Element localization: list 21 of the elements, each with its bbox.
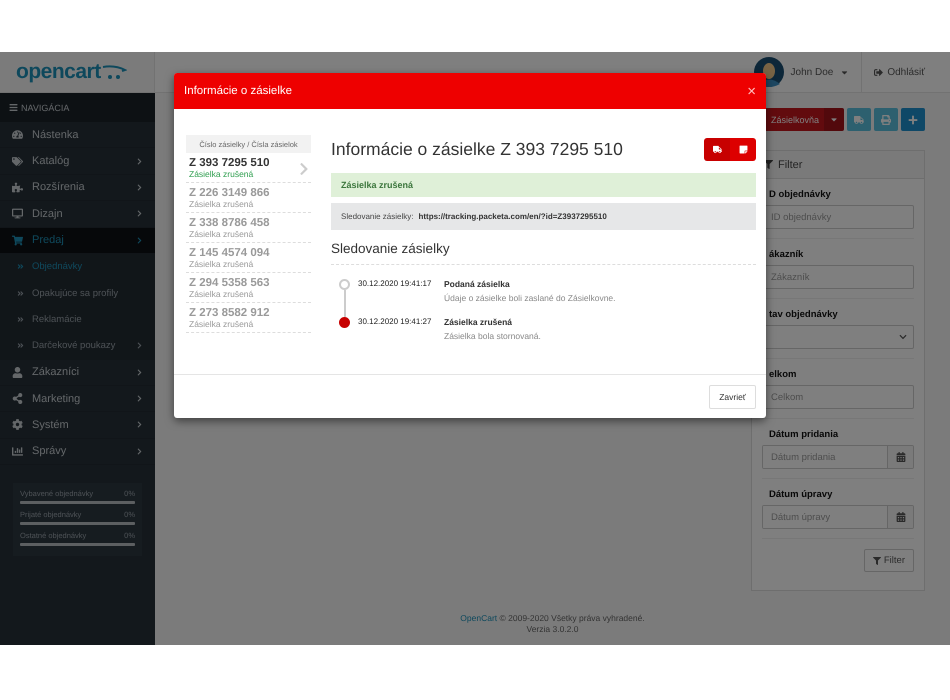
field-label: ákazník [768,249,804,260]
section-title: Sledovanie zásielky [331,241,756,265]
field-label: D objednávky [768,189,832,200]
field-label: Dátum pridania [768,429,840,440]
version-text: Verzia 3.0.2.0 [526,624,580,635]
event-title: Podaná zásielka [444,279,511,289]
panel-title: Filter [778,158,802,170]
event-time: 30.12.2020 19:41:27 [358,317,432,328]
field-label: tav objednávky [768,309,839,320]
status-alert: Zásielka zrušená [331,173,756,197]
field-label: Dátum úpravy [768,489,834,500]
modal-title: Informácie o zásielke [184,85,294,97]
event-description: Údaje o zásielke boli zaslané do Zásielkovne. [444,293,616,303]
event-title: Zásielka zrušená [444,317,514,327]
nav-title: NAVIGÁCIA [0,93,155,122]
event-time: 30.12.2020 19:41:17 [358,279,432,290]
tracking-label: Sledovanie zásielky: [341,212,414,221]
detail-title: Informácie o zásielke Z 393 7295 510 [331,138,623,160]
event-description: Zásielka bola stornovaná. [444,331,541,341]
copyright-text: OpenCart © 2009-2020 Všetky práva vyhradené. [459,613,646,624]
field-label: elkom [768,369,798,380]
